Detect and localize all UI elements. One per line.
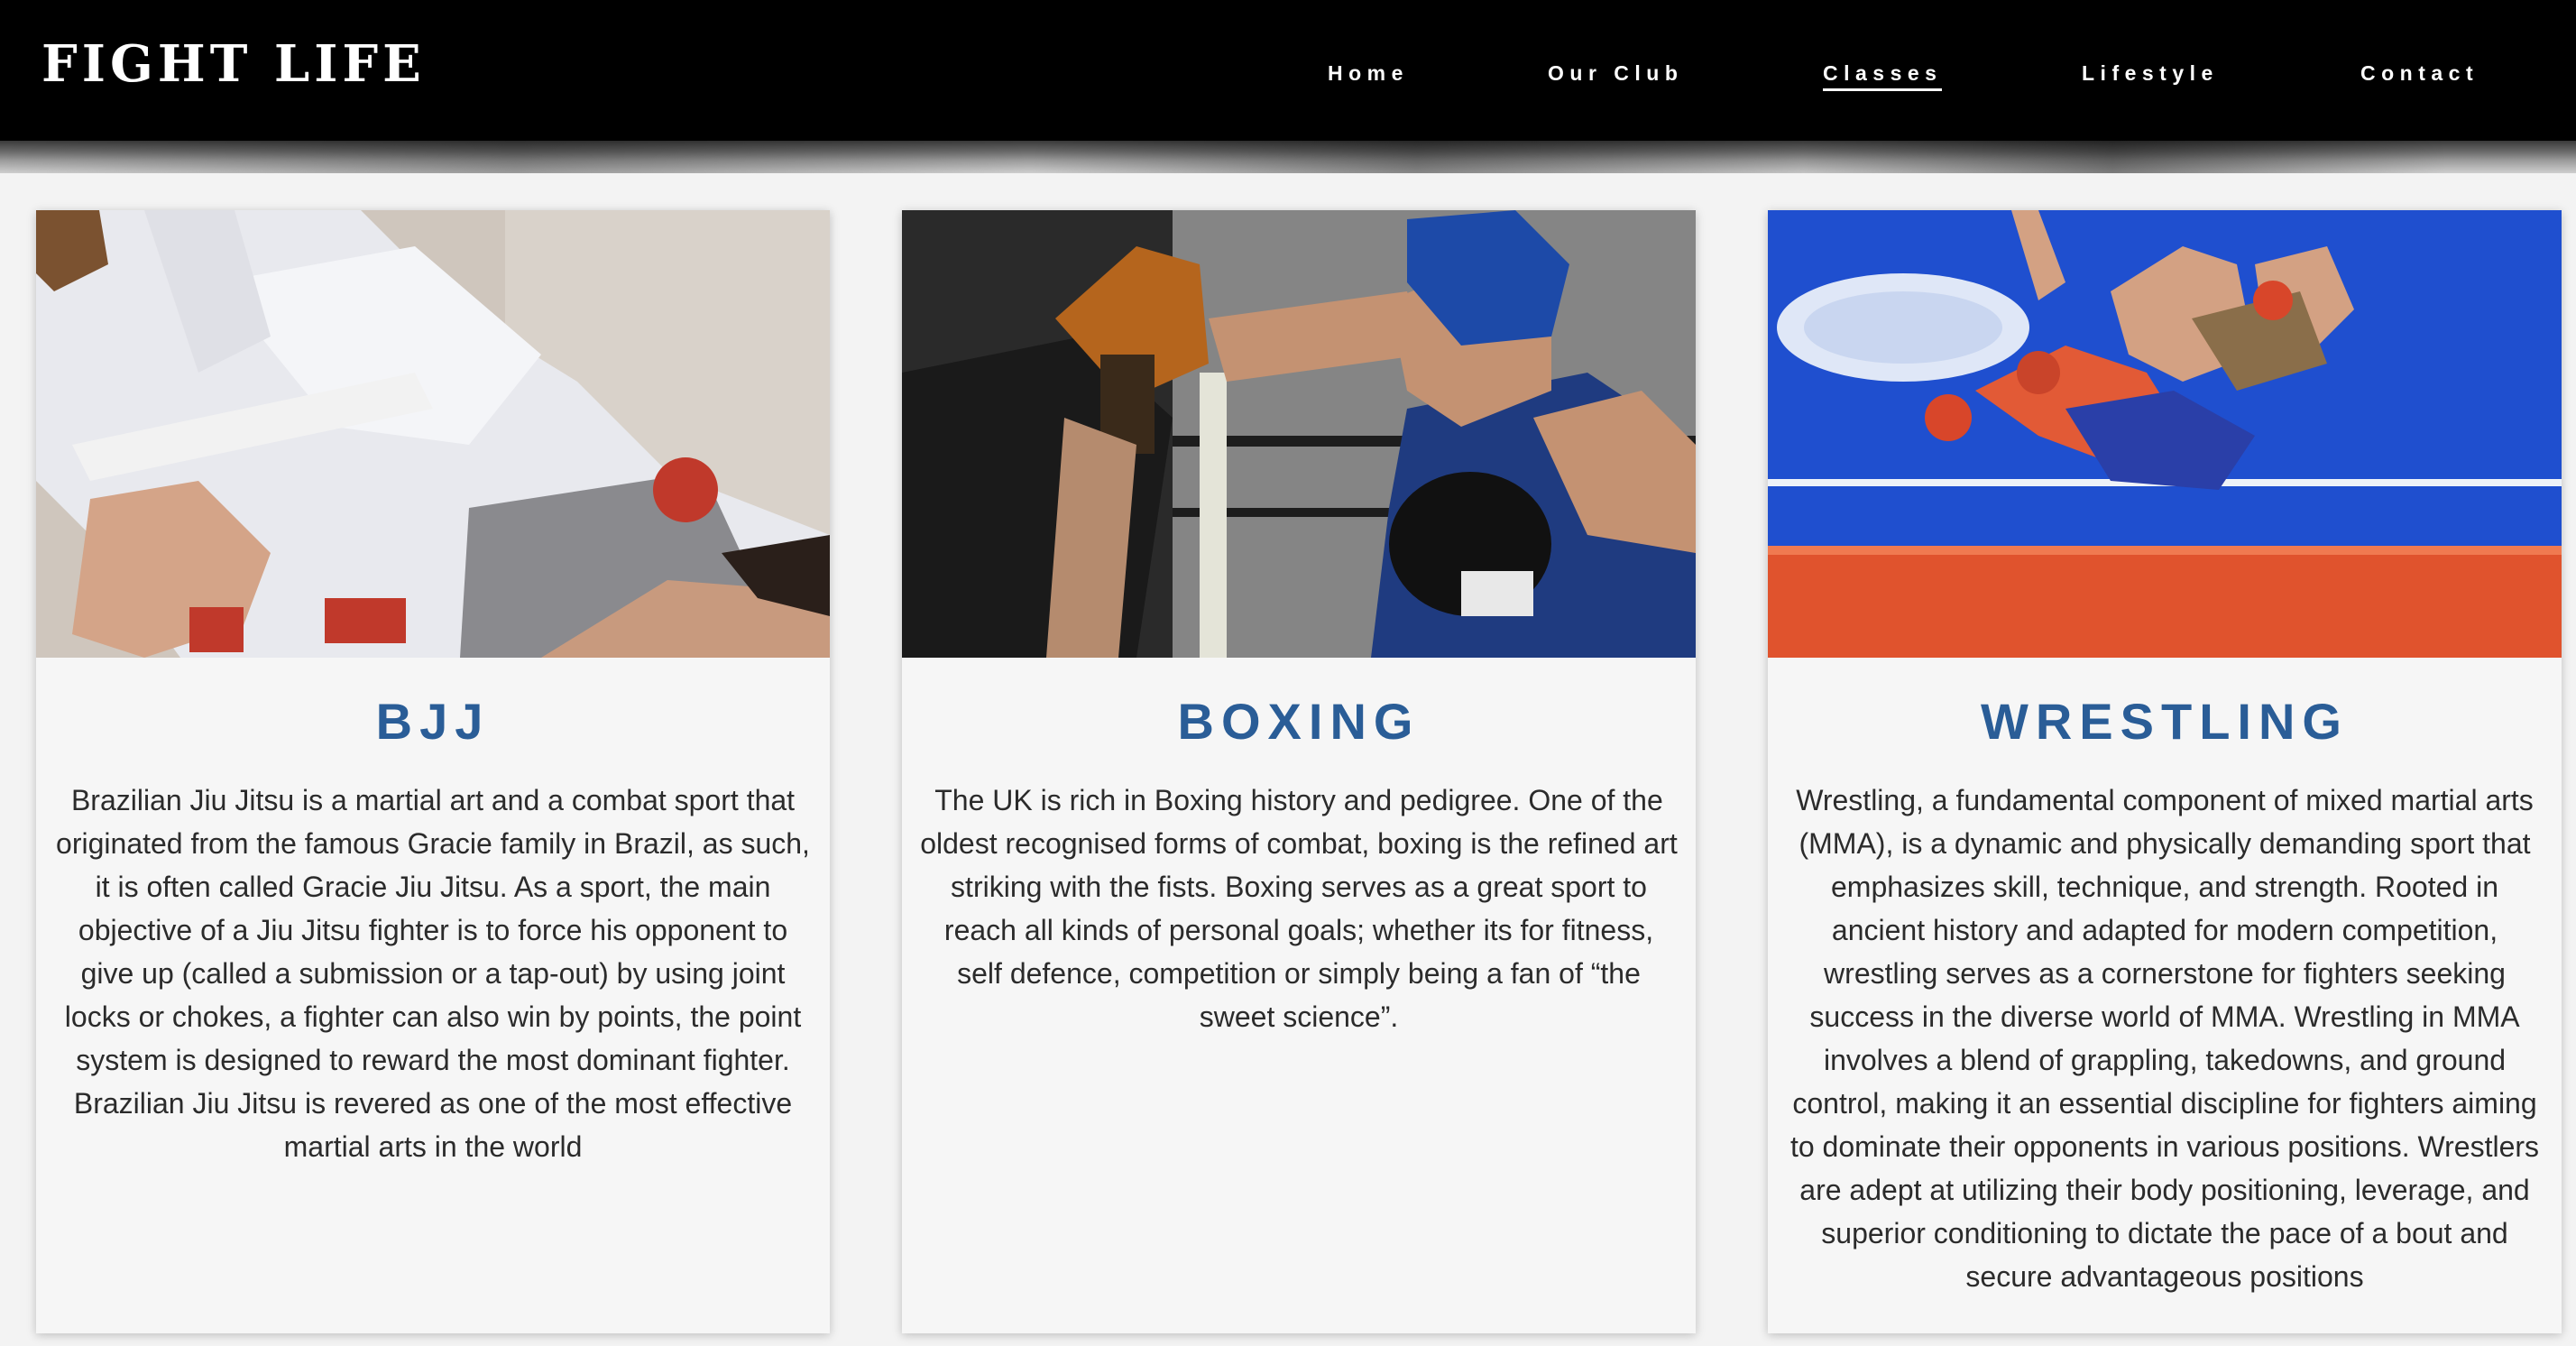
class-title-wrestling: WRESTLING xyxy=(1981,693,2349,750)
nav-home[interactable]: Home xyxy=(1328,60,1409,87)
class-card-wrestling: WRESTLING Wrestling, a fundamental compo… xyxy=(1768,210,2562,1333)
class-card-boxing: BOXING The UK is rich in Boxing history … xyxy=(902,210,1696,1333)
hero-image-strip xyxy=(0,141,2576,173)
site-logo[interactable]: FIGHT LIFE xyxy=(41,32,426,96)
boxing-photo xyxy=(902,210,1696,658)
class-description-wrestling: Wrestling, a fundamental component of mi… xyxy=(1789,784,2540,1293)
site-header: FIGHT LIFE Home Our Club Classes Lifesty… xyxy=(0,0,2576,141)
nav-contact[interactable]: Contact xyxy=(2360,60,2479,87)
class-title-bjj: BJJ xyxy=(375,693,491,750)
bjj-photo xyxy=(36,210,830,658)
nav-classes[interactable]: Classes xyxy=(1823,60,1943,91)
nav-our-club[interactable]: Our Club xyxy=(1548,60,1683,87)
class-description-bjj: Brazilian Jiu Jitsu is a martial art and… xyxy=(56,784,810,1163)
class-card-bjj: BJJ Brazilian Jiu Jitsu is a martial art… xyxy=(36,210,830,1333)
class-title-boxing: BOXING xyxy=(1177,693,1421,750)
wrestling-photo xyxy=(1768,210,2562,658)
class-description-boxing: The UK is rich in Boxing history and ped… xyxy=(920,784,1678,1033)
nav-lifestyle[interactable]: Lifestyle xyxy=(2082,60,2219,87)
